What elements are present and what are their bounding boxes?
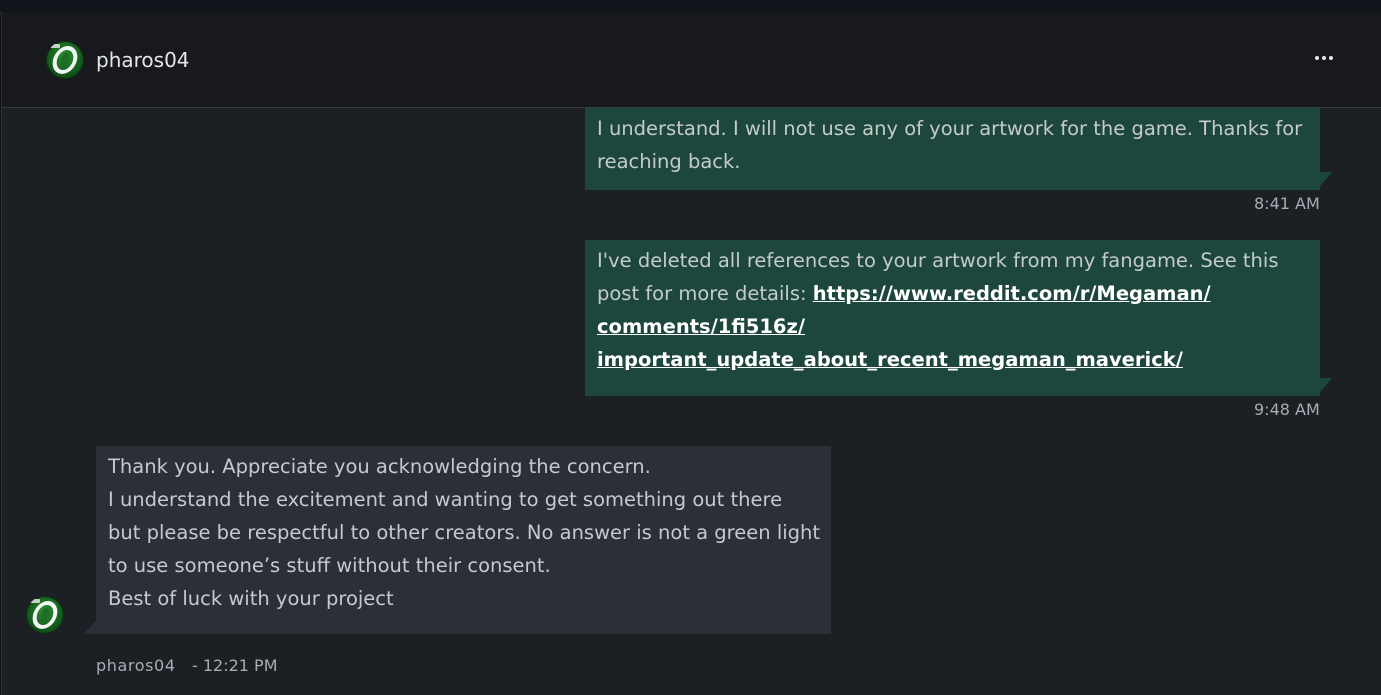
message-link[interactable]: comments/1fi516z/: [597, 315, 805, 338]
bubble-tail: [84, 620, 96, 634]
message-text-line: to use someone’s stuff without their con…: [108, 554, 551, 577]
message-timestamp: 8:41 AM: [1254, 194, 1320, 213]
message-link[interactable]: https://www.reddit.com/r/Megaman/: [813, 282, 1211, 305]
conversation-panel: pharos04 I understand. I will not use an…: [1, 12, 1381, 695]
message-text-line: reaching back.: [597, 150, 741, 173]
message-text-line: I've deleted all references to your artw…: [597, 249, 1279, 272]
more-horizontal-icon: [1315, 56, 1319, 60]
message-text-line: I understand the excitement and wanting …: [108, 488, 783, 511]
message-text-line: post for more details: https://www.reddi…: [597, 277, 1308, 310]
message-text-line: Thank you. Appreciate you acknowledging …: [108, 455, 651, 478]
outgoing-message-bubble: I understand. I will not use any of your…: [585, 108, 1320, 190]
message-text-line: comments/1fi516z/: [597, 310, 1308, 343]
avatar-badge: [50, 44, 60, 48]
green-o-logo-icon: [30, 601, 60, 629]
contact-name[interactable]: pharos04: [96, 47, 190, 73]
more-dot: [1322, 56, 1326, 60]
message-text-line: but please be respectful to other creato…: [108, 521, 821, 544]
more-dot: [1329, 56, 1333, 60]
message-text: post for more details:: [597, 282, 813, 305]
message-timestamp: 9:48 AM: [1254, 400, 1320, 419]
bubble-tail: [1320, 172, 1332, 186]
incoming-message-bubble: Thank you. Appreciate you acknowledging …: [96, 446, 831, 634]
message-text-line: Best of luck with your project: [108, 587, 394, 610]
message-list[interactable]: I understand. I will not use any of your…: [2, 108, 1381, 695]
bubble-tail: [1320, 378, 1332, 392]
sender-avatar[interactable]: [26, 596, 64, 634]
message-text-line: important_update_about_recent_megaman_ma…: [597, 343, 1308, 376]
message-timestamp: - 12:21 PM: [192, 656, 278, 675]
message-text-line: I understand. I will not use any of your…: [597, 117, 1303, 140]
avatar-badge: [30, 599, 40, 603]
contact-avatar[interactable]: [46, 41, 84, 79]
outgoing-message-bubble: I've deleted all references to your artw…: [585, 240, 1320, 396]
more-options-button[interactable]: [1306, 46, 1342, 70]
message-link[interactable]: important_update_about_recent_megaman_ma…: [597, 348, 1183, 371]
green-o-logo-icon: [50, 46, 80, 74]
sender-name[interactable]: pharos04: [96, 656, 176, 676]
conversation-header: pharos04: [2, 12, 1381, 108]
